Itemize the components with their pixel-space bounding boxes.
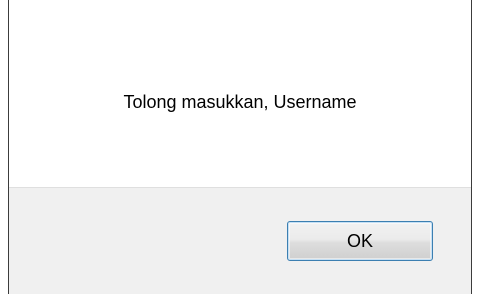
ok-button[interactable]: OK xyxy=(287,221,433,261)
message-dialog: Tolong masukkan, Username OK xyxy=(0,0,477,294)
dialog-footer: OK xyxy=(9,187,471,294)
dialog-message: Tolong masukkan, Username xyxy=(123,92,357,112)
dialog-content: Tolong masukkan, Username xyxy=(9,0,471,187)
dialog-right-border xyxy=(471,0,472,294)
